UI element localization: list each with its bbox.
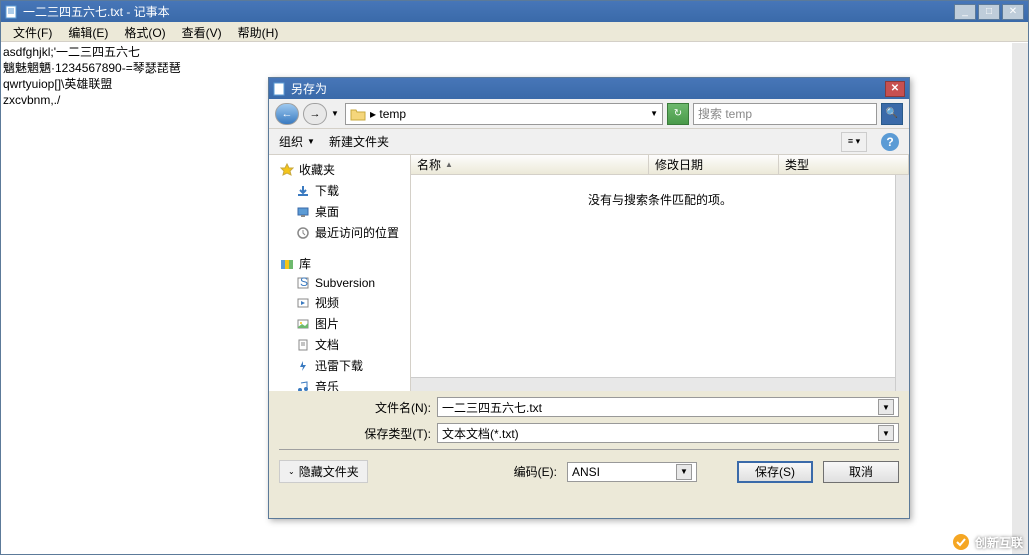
tree-videos[interactable]: 视频 — [269, 292, 410, 313]
filetype-dropdown-icon[interactable]: ▼ — [878, 425, 894, 441]
address-path: ▸ temp — [370, 107, 646, 121]
tree-desktop[interactable]: 桌面 — [269, 201, 410, 222]
desktop-icon — [295, 205, 311, 219]
separator — [279, 449, 899, 450]
dialog-body: 收藏夹 下载 桌面 最近访问的位置 库 S Subversion — [269, 155, 909, 391]
search-input[interactable]: 搜索 temp — [693, 103, 877, 125]
menu-help[interactable]: 帮助(H) — [230, 22, 287, 41]
chevron-down-icon: ▼ — [307, 137, 315, 146]
dialog-footer: ⌄ 隐藏文件夹 编码(E): ANSI ▼ 保存(S) 取消 — [269, 460, 909, 493]
col-date[interactable]: 修改日期 — [649, 155, 779, 174]
nav-forward-button[interactable]: → — [303, 103, 327, 125]
recent-icon — [295, 226, 311, 240]
col-name[interactable]: 名称 ▲ — [411, 155, 649, 174]
address-dropdown-icon[interactable]: ▼ — [650, 109, 658, 118]
file-list-header: 名称 ▲ 修改日期 类型 — [411, 155, 909, 175]
search-button[interactable]: 🔍 — [881, 103, 903, 125]
notepad-titlebar[interactable]: 一二三四五六七.txt - 记事本 _ □ ✕ — [1, 1, 1028, 22]
filetype-value: 文本文档(*.txt) — [442, 425, 878, 442]
filetype-select[interactable]: 文本文档(*.txt) ▼ — [437, 423, 899, 443]
cancel-button[interactable]: 取消 — [823, 461, 899, 483]
dialog-title: 另存为 — [291, 80, 885, 97]
watermark-icon — [951, 532, 971, 552]
file-list-vscroll[interactable] — [895, 175, 909, 391]
encoding-label: 编码(E): — [514, 463, 557, 480]
tree-libraries[interactable]: 库 — [269, 253, 410, 274]
subversion-icon: S — [295, 276, 311, 290]
xunlei-icon — [295, 359, 311, 373]
music-icon — [295, 380, 311, 392]
file-list[interactable]: 名称 ▲ 修改日期 类型 没有与搜索条件匹配的项。 — [411, 155, 909, 391]
dialog-field-area: 文件名(N): 一二三四五六七.txt ▼ 保存类型(T): 文本文档(*.tx… — [269, 391, 909, 450]
sort-asc-icon: ▲ — [445, 160, 453, 169]
search-placeholder: 搜索 temp — [698, 105, 872, 122]
notepad-menubar: 文件(F) 编辑(E) 格式(O) 查看(V) 帮助(H) — [1, 22, 1028, 42]
col-type[interactable]: 类型 — [779, 155, 909, 174]
save-as-dialog: 另存为 ✕ ← → ▼ ▸ temp ▼ ↻ 搜索 temp 🔍 组织 ▼ 新建… — [268, 77, 910, 519]
refresh-button[interactable]: ↻ — [667, 103, 689, 125]
help-button[interactable]: ? — [881, 133, 899, 151]
encoding-dropdown-icon[interactable]: ▼ — [676, 464, 692, 480]
view-options-button[interactable]: ≡ ▾ — [841, 132, 867, 152]
nav-back-button[interactable]: ← — [275, 103, 299, 125]
notepad-title: 一二三四五六七.txt - 记事本 — [23, 3, 954, 20]
dialog-navbar: ← → ▼ ▸ temp ▼ ↻ 搜索 temp 🔍 — [269, 99, 909, 129]
dialog-titlebar[interactable]: 另存为 ✕ — [269, 78, 909, 99]
notepad-vscrollbar[interactable] — [1012, 43, 1028, 554]
filename-dropdown-icon[interactable]: ▼ — [878, 399, 894, 415]
text-line: 魑魅魍魉·1234567890-=琴瑟琵琶 — [3, 60, 1028, 76]
tree-downloads[interactable]: 下载 — [269, 180, 410, 201]
notepad-app-icon — [5, 5, 19, 19]
tree-subversion[interactable]: S Subversion — [269, 274, 410, 292]
text-line: asdfghjkl;'一二三四五六七 — [3, 44, 1028, 60]
watermark-text: 创新互联 — [975, 534, 1023, 551]
menu-view[interactable]: 查看(V) — [174, 22, 230, 41]
svg-text:S: S — [300, 276, 308, 289]
tree-pictures[interactable]: 图片 — [269, 313, 410, 334]
document-icon — [295, 338, 311, 352]
download-icon — [295, 184, 311, 198]
filename-value: 一二三四五六七.txt — [442, 399, 878, 416]
nav-tree[interactable]: 收藏夹 下载 桌面 最近访问的位置 库 S Subversion — [269, 155, 411, 391]
nav-history-dropdown[interactable]: ▼ — [331, 109, 341, 118]
tree-xunlei[interactable]: 迅雷下载 — [269, 355, 410, 376]
tree-recent[interactable]: 最近访问的位置 — [269, 222, 410, 243]
minimize-button[interactable]: _ — [954, 4, 976, 20]
address-bar[interactable]: ▸ temp ▼ — [345, 103, 663, 125]
dialog-app-icon — [273, 82, 287, 96]
library-icon — [279, 257, 295, 271]
dialog-toolbar: 组织 ▼ 新建文件夹 ≡ ▾ ? — [269, 129, 909, 155]
menu-file[interactable]: 文件(F) — [5, 22, 60, 41]
filename-label: 文件名(N): — [279, 399, 431, 416]
menu-format[interactable]: 格式(O) — [116, 22, 173, 41]
video-icon — [295, 296, 311, 310]
save-button[interactable]: 保存(S) — [737, 461, 813, 483]
filetype-label: 保存类型(T): — [279, 425, 431, 442]
new-folder-button[interactable]: 新建文件夹 — [329, 133, 389, 150]
encoding-value: ANSI — [572, 465, 676, 479]
folder-icon — [350, 107, 366, 121]
picture-icon — [295, 317, 311, 331]
menu-edit[interactable]: 编辑(E) — [60, 22, 116, 41]
file-list-hscroll[interactable] — [411, 377, 895, 391]
hide-folders-button[interactable]: ⌄ 隐藏文件夹 — [279, 460, 368, 483]
tree-music[interactable]: 音乐 — [269, 376, 410, 391]
tree-favorites[interactable]: 收藏夹 — [269, 159, 410, 180]
empty-message: 没有与搜索条件匹配的项。 — [411, 175, 909, 208]
close-button[interactable]: ✕ — [1002, 4, 1024, 20]
star-icon — [279, 163, 295, 177]
filename-input[interactable]: 一二三四五六七.txt ▼ — [437, 397, 899, 417]
chevron-down-icon: ⌄ — [288, 467, 295, 476]
dialog-close-button[interactable]: ✕ — [885, 81, 905, 97]
organize-button[interactable]: 组织 ▼ — [279, 133, 315, 150]
maximize-button[interactable]: □ — [978, 4, 1000, 20]
tree-documents[interactable]: 文档 — [269, 334, 410, 355]
watermark: 创新互联 — [951, 532, 1023, 552]
encoding-select[interactable]: ANSI ▼ — [567, 462, 697, 482]
